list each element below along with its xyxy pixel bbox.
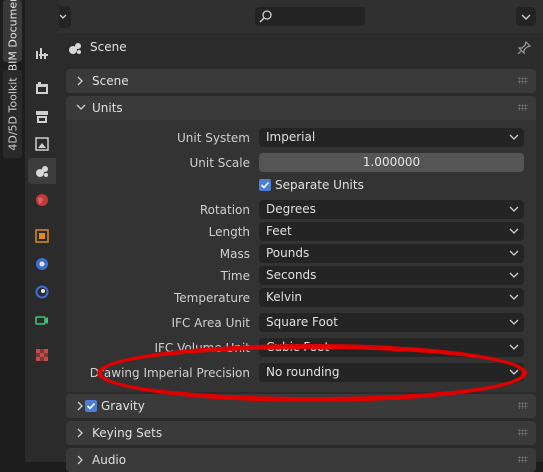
length-label: Length: [208, 225, 250, 239]
chevron-down-icon: [509, 369, 519, 375]
mass-dropdown[interactable]: Pounds: [259, 244, 524, 263]
physics-icon: [36, 258, 48, 270]
length-dropdown[interactable]: Feet: [259, 222, 524, 241]
particles-icon: [35, 285, 49, 299]
unit-system-dropdown[interactable]: Imperial: [259, 128, 524, 147]
scene-tab[interactable]: [28, 158, 56, 184]
audio-panel-label: Audio: [92, 453, 127, 467]
render-tab[interactable]: [28, 75, 56, 101]
ifc-area-unit-value: Square Foot: [266, 315, 338, 329]
ifc-area-unit-dropdown[interactable]: Square Foot: [259, 313, 524, 332]
chevron-down-icon: [509, 272, 519, 278]
output-tab[interactable]: [28, 104, 56, 130]
audio-panel-header[interactable]: Audio: [66, 448, 536, 472]
pin-icon[interactable]: [516, 40, 532, 56]
chevron-down-icon: [509, 250, 519, 256]
tool-tab[interactable]: [28, 40, 56, 66]
search-input[interactable]: [255, 7, 365, 26]
chevron-down-icon: [509, 228, 519, 234]
scene-icon: [69, 43, 81, 54]
properties-header: [25, 0, 543, 33]
check-icon: [86, 402, 96, 410]
constraints-tab[interactable]: [28, 251, 56, 277]
chevron-right-icon: [77, 428, 83, 438]
chevron-down-icon: [76, 104, 86, 110]
time-dropdown[interactable]: Seconds: [259, 266, 524, 285]
particles-tab[interactable]: [28, 279, 56, 305]
tool-icon: [36, 48, 48, 59]
output-icon: [36, 111, 48, 123]
unit-scale-label: Unit Scale: [189, 156, 250, 170]
rotation-value: Degrees: [266, 202, 316, 216]
chevron-down-icon: [509, 319, 519, 325]
drag-handle-icon[interactable]: [518, 429, 528, 436]
units-panel-header[interactable]: Units: [66, 96, 536, 120]
texture-tab[interactable]: [28, 342, 56, 368]
context-row: Scene: [59, 33, 543, 63]
keying-sets-panel-label: Keying Sets: [92, 426, 163, 440]
chevron-down-icon: [509, 206, 519, 212]
header-options-dropdown[interactable]: [516, 7, 536, 26]
units-panel-label: Units: [92, 101, 123, 115]
chevron-right-icon: [77, 76, 83, 86]
context-title: Scene: [90, 40, 127, 54]
rotation-label: Rotation: [199, 203, 250, 217]
render-icon: [36, 82, 48, 94]
rotation-dropdown[interactable]: Degrees: [259, 200, 524, 219]
drag-handle-icon[interactable]: [518, 402, 528, 409]
drawing-imperial-precision-dropdown[interactable]: No rounding: [259, 363, 524, 382]
modifier-icon: [35, 316, 48, 325]
mass-label: Mass: [219, 247, 250, 261]
length-value: Feet: [266, 224, 292, 238]
unit-system-value: Imperial: [266, 130, 316, 144]
unit-scale-field[interactable]: 1.000000: [259, 153, 524, 172]
chevron-down-icon: [521, 14, 531, 20]
tab-bim-document-label: BIM Document: [6, 0, 19, 72]
check-icon: [260, 181, 270, 189]
gravity-panel-label: Gravity: [101, 399, 145, 413]
ifc-volume-unit-dropdown[interactable]: Cubic Foot: [259, 338, 524, 357]
tab-4d5d-toolkit[interactable]: 4D/5D Toolkit: [3, 70, 22, 158]
chevron-right-icon: [77, 455, 83, 465]
drawing-imperial-precision-value: No rounding: [266, 365, 340, 379]
drawing-imperial-precision-label: Drawing Imperial Precision: [89, 366, 250, 380]
ifc-volume-unit-value: Cubic Foot: [266, 340, 330, 354]
sidebar-tabs: BIM Document 4D/5D Toolkit: [0, 0, 25, 462]
scene-panel-header[interactable]: Scene: [66, 69, 536, 93]
drag-handle-icon[interactable]: [518, 77, 528, 84]
mass-value: Pounds: [266, 246, 310, 260]
object-tab[interactable]: [28, 223, 56, 249]
world-tab[interactable]: [28, 187, 56, 213]
chevron-right-icon: [77, 401, 83, 411]
separate-units-label: Separate Units: [275, 178, 364, 192]
search-icon: [259, 10, 272, 23]
drag-handle-icon[interactable]: [518, 104, 528, 111]
unit-system-label: Unit System: [177, 131, 250, 145]
time-label: Time: [220, 269, 250, 283]
chevron-down-icon: [509, 294, 519, 300]
tab-4d5d-toolkit-label: 4D/5D Toolkit: [6, 77, 19, 151]
ifc-volume-unit-label: IFC Volume Unit: [154, 341, 250, 355]
view-layer-tab[interactable]: [28, 131, 56, 157]
chevron-down-icon: [509, 344, 519, 350]
temperature-dropdown[interactable]: Kelvin: [259, 288, 524, 307]
properties-tabs: [25, 0, 59, 462]
texture-icon: [36, 349, 48, 361]
data-tab[interactable]: [28, 307, 56, 333]
world-icon: [36, 194, 48, 206]
keying-sets-panel-header[interactable]: Keying Sets: [66, 421, 536, 445]
chevron-down-icon: [509, 134, 519, 140]
ifc-area-unit-label: IFC Area Unit: [171, 316, 251, 330]
temperature-label: Temperature: [173, 291, 250, 305]
gravity-panel-header[interactable]: Gravity: [66, 394, 536, 418]
scene-icon: [36, 166, 48, 177]
view-layer-icon: [35, 137, 49, 151]
object-icon: [35, 229, 49, 243]
temperature-value: Kelvin: [266, 290, 303, 304]
scene-panel-label: Scene: [92, 74, 129, 88]
gravity-checkbox[interactable]: [85, 400, 97, 412]
separate-units-checkbox[interactable]: [259, 179, 271, 191]
tab-bim-document[interactable]: BIM Document: [3, 0, 22, 71]
time-value: Seconds: [266, 268, 317, 282]
